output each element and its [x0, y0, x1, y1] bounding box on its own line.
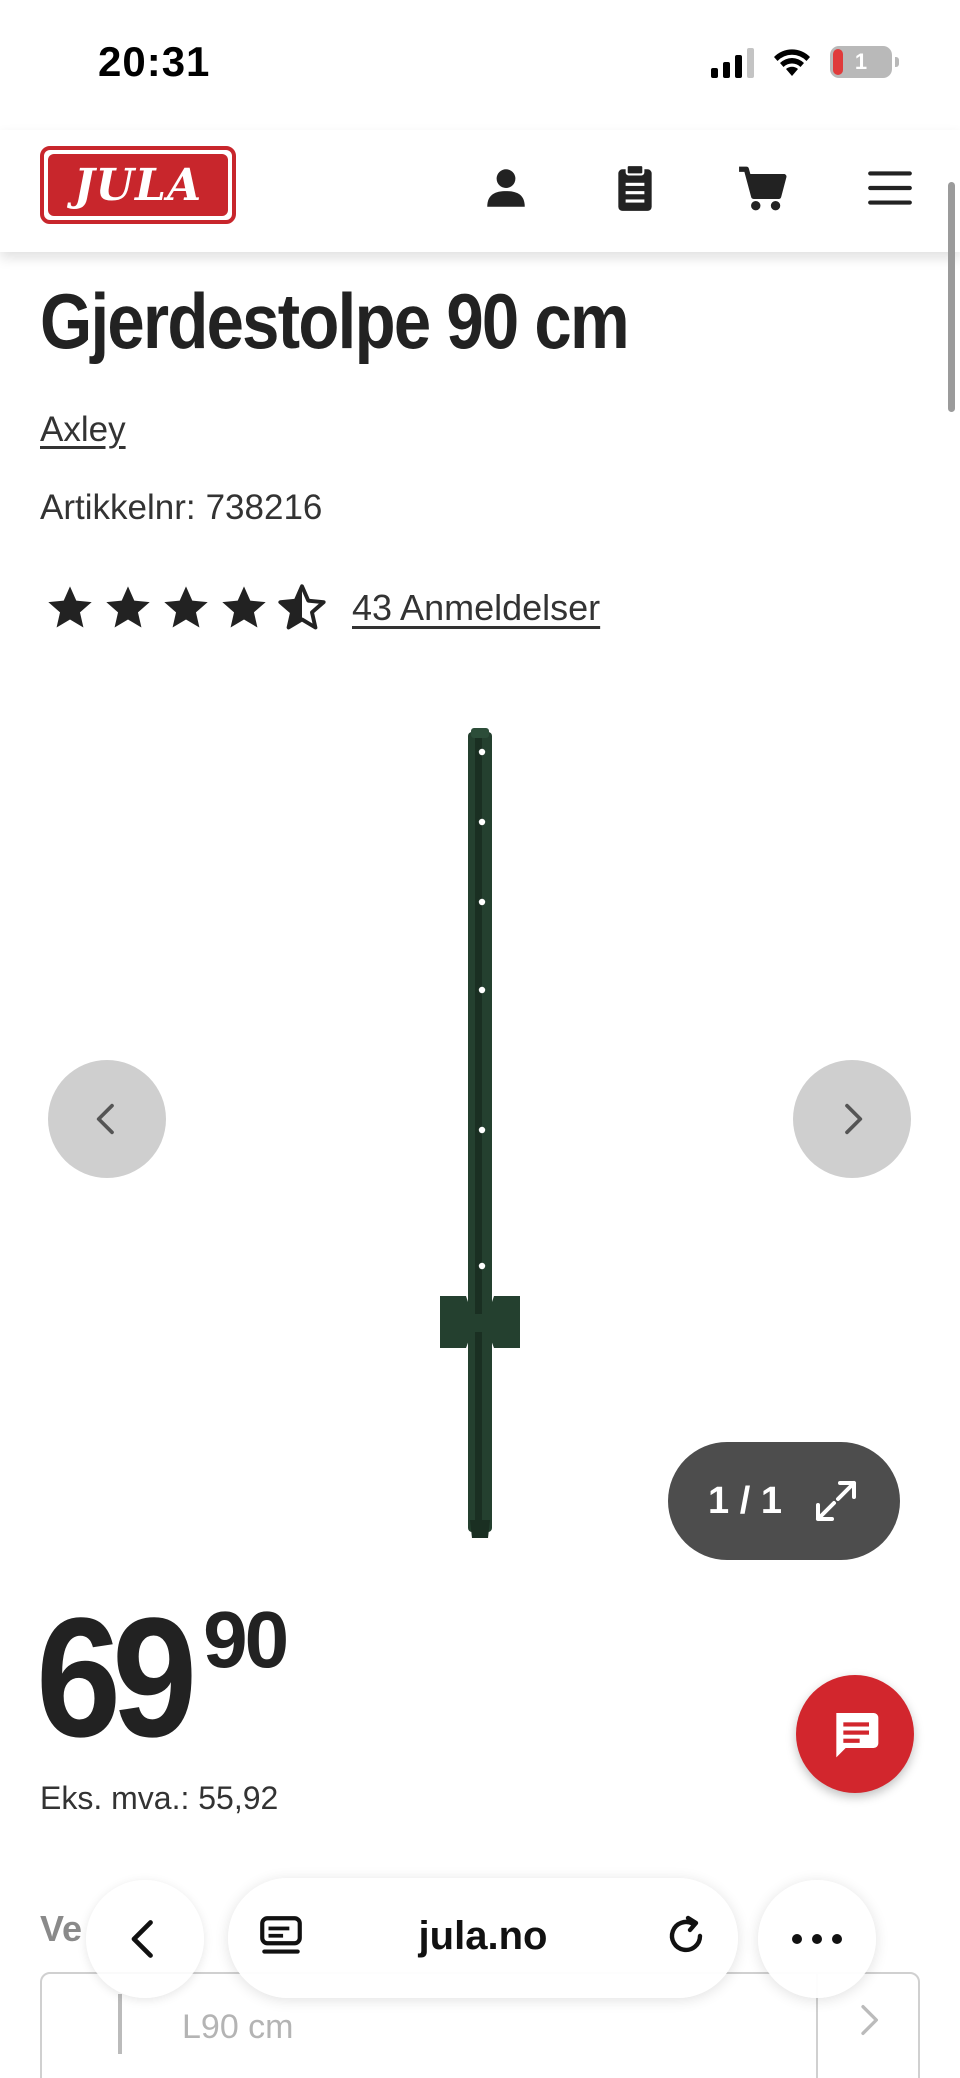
- rating-stars: [44, 582, 328, 634]
- chevron-left-icon: [96, 1103, 114, 1135]
- gallery-next-button[interactable]: [793, 1060, 911, 1178]
- gallery-counter: 1 / 1: [708, 1479, 782, 1522]
- gallery-prev-button[interactable]: [48, 1060, 166, 1178]
- status-icons: 1: [711, 46, 899, 78]
- chevron-right-icon: [861, 2005, 878, 2035]
- gallery-fullscreen-button[interactable]: 1 / 1: [668, 1442, 900, 1560]
- article-number-value: 738216: [205, 488, 323, 527]
- fence-post-image[interactable]: [430, 710, 530, 1540]
- star-full-icon: [48, 586, 92, 628]
- reviews-link[interactable]: 43 Anmeldelser: [352, 587, 600, 629]
- price-ex-vat: Eks. mva.: 55,92: [40, 1780, 278, 1817]
- ex-vat-label: Eks. mva.:: [40, 1780, 190, 1816]
- cart-icon[interactable]: [734, 160, 790, 216]
- cellular-signal-icon: [711, 46, 754, 78]
- chevron-left-icon: [131, 1920, 153, 1958]
- expand-icon: [815, 1481, 856, 1521]
- status-bar: 20:31 1: [0, 0, 960, 130]
- product-price: 69 90: [36, 1583, 289, 1773]
- price-integer: 69: [36, 1583, 197, 1773]
- reload-icon[interactable]: [662, 1912, 710, 1960]
- menu-icon[interactable]: [862, 160, 918, 216]
- browser-address-bar[interactable]: jula.no: [228, 1878, 738, 1998]
- product-gallery: 1 / 1: [0, 690, 960, 1570]
- chevron-right-icon: [845, 1103, 863, 1135]
- page-scrollbar[interactable]: [948, 182, 955, 412]
- chat-button[interactable]: [796, 1675, 914, 1793]
- shopping-list-icon[interactable]: [607, 160, 663, 216]
- site-header: JULA: [0, 130, 960, 252]
- article-number-label: Artikkelnr:: [40, 488, 196, 527]
- more-icon: [792, 1934, 842, 1944]
- price-decimals: 90: [203, 1595, 289, 1684]
- battery-icon: 1: [830, 46, 899, 78]
- variant-value: L90 cm: [182, 2008, 294, 2046]
- browser-back-button[interactable]: [86, 1880, 204, 1998]
- chat-icon: [836, 1713, 879, 1758]
- browser-more-button[interactable]: [758, 1880, 876, 1998]
- wifi-icon: [774, 49, 810, 76]
- ex-vat-value: 55,92: [198, 1780, 279, 1816]
- battery-level: 1: [854, 49, 868, 74]
- brand-link[interactable]: Axley: [40, 410, 126, 450]
- article-number: Artikkelnr: 738216: [40, 488, 322, 528]
- star-full-icon: [164, 586, 208, 628]
- star-full-icon: [106, 586, 150, 628]
- logo-text: JULA: [48, 154, 228, 216]
- star-full-icon: [222, 586, 266, 628]
- product-title: Gjerdestolpe 90 cm: [40, 277, 630, 365]
- product-rating[interactable]: 43 Anmeldelser: [44, 582, 600, 634]
- browser-toolbar: jula.no: [0, 1870, 960, 2000]
- variant-thumbnail: [118, 1994, 122, 2054]
- star-half-icon: [278, 584, 326, 630]
- account-icon[interactable]: [478, 160, 534, 216]
- status-time: 20:31: [98, 38, 211, 85]
- jula-logo[interactable]: JULA: [40, 146, 236, 224]
